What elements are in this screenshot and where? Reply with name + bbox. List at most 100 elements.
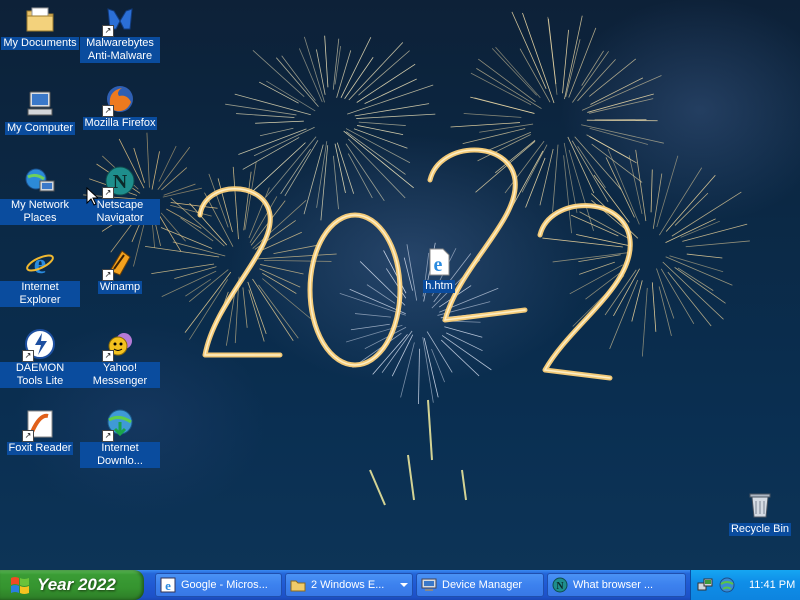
svg-text:N: N xyxy=(113,171,128,193)
firework-spark xyxy=(547,16,558,95)
firework-spark xyxy=(324,35,329,88)
firework-spark xyxy=(662,261,724,320)
firework-spark xyxy=(232,166,239,240)
firework-spark xyxy=(354,103,430,117)
device-manager-icon xyxy=(421,578,437,591)
firework-spark xyxy=(174,266,217,279)
desktop-icon-my-documents[interactable]: My Documents xyxy=(0,3,80,50)
firework-spark xyxy=(667,271,712,327)
firework-rocket xyxy=(461,469,467,501)
desktop-icon-daemon-tools[interactable]: ↗ DAEMON Tools Lite xyxy=(0,328,80,388)
shortcut-arrow-icon: ↗ xyxy=(102,269,114,281)
desktop-icon-malwarebytes[interactable]: ↗ Malwarebytes Anti-Malware xyxy=(80,3,160,63)
firework-spark xyxy=(333,155,339,210)
firework-spark xyxy=(650,169,653,213)
firework-spark xyxy=(353,128,408,149)
firework-spark xyxy=(519,48,551,103)
firework-spark xyxy=(674,192,709,226)
shortcut-arrow-icon: ↗ xyxy=(102,25,114,37)
firework-spark xyxy=(345,143,385,202)
firework-spark xyxy=(658,167,703,236)
firework-spark xyxy=(391,334,414,377)
firework-spark xyxy=(253,126,315,157)
desktop-icon-foxit-reader[interactable]: ↗ Foxit Reader xyxy=(0,408,80,455)
internet-download-manager-icon: ↗ xyxy=(102,408,136,442)
clock[interactable]: 11:41 PM xyxy=(749,579,795,591)
firework-spark xyxy=(151,263,215,275)
firework-spark xyxy=(539,148,554,206)
folder-icon xyxy=(290,580,306,592)
firework-spark xyxy=(552,144,559,213)
start-label: Year 2022 xyxy=(37,575,116,594)
desktop-icon-my-computer[interactable]: My Computer xyxy=(0,88,80,135)
firework-spark xyxy=(591,143,643,183)
taskbar-button-google[interactable]: e Google - Micros... xyxy=(155,573,282,597)
firework-spark xyxy=(641,287,648,357)
desktop-icon-internet-download-manager[interactable]: ↗ Internet Downlo... xyxy=(80,408,160,468)
desktop-icon-my-network-places[interactable]: My Network Places xyxy=(0,165,80,225)
firework-spark xyxy=(570,214,619,237)
network-tray-icon[interactable] xyxy=(697,577,713,593)
foxit-reader-icon: ↗ xyxy=(22,408,56,442)
firework-spark xyxy=(470,96,535,114)
desktop-icon-h-htm[interactable]: e h.htm xyxy=(399,246,479,293)
firework-spark xyxy=(635,149,647,222)
firework-spark xyxy=(571,140,609,203)
firework-spark xyxy=(450,122,520,128)
firework-spark xyxy=(348,42,404,101)
firework-spark xyxy=(680,220,720,238)
firework-spark xyxy=(358,121,406,126)
netscape-icon: N xyxy=(552,577,568,593)
firework-spark xyxy=(252,142,306,192)
firework-spark xyxy=(631,280,643,322)
firework-spark xyxy=(656,155,679,228)
firework-spark xyxy=(366,284,396,304)
taskbar-button-what-browser[interactable]: N What browser ... xyxy=(547,573,686,597)
firework-spark xyxy=(590,77,644,105)
desktop-icon-recycle-bin[interactable]: Recycle Bin xyxy=(720,489,800,536)
firework-spark xyxy=(357,125,404,136)
firework-spark xyxy=(651,282,657,332)
firework-spark xyxy=(252,49,305,97)
desktop-icon-internet-explorer[interactable]: e Internet Explorer xyxy=(0,247,80,307)
firework-spark xyxy=(418,348,420,404)
desktop[interactable]: My Documents My Computer My Network Plac… xyxy=(0,0,800,570)
desktop-icon-mozilla-firefox[interactable]: ↗ Mozilla Firefox xyxy=(80,83,160,130)
firework-spark xyxy=(161,167,188,191)
firework-spark xyxy=(581,124,664,144)
desktop-icon-winamp[interactable]: ↗ Winamp xyxy=(80,247,160,294)
firework-spark xyxy=(336,142,355,194)
firework-spark xyxy=(242,287,248,328)
firework-spark xyxy=(356,63,416,103)
firefox-icon: ↗ xyxy=(102,83,136,117)
firework-spark xyxy=(273,244,318,255)
firework-spark xyxy=(264,259,332,262)
firework-spark xyxy=(478,58,536,103)
shortcut-arrow-icon: ↗ xyxy=(22,350,34,362)
system-tray: 11:41 PM xyxy=(690,570,800,600)
firework-spark xyxy=(552,252,629,263)
firework-spark xyxy=(511,11,547,90)
start-button[interactable]: Year 2022 xyxy=(0,570,144,600)
taskbar: Year 2022 e Google - Micros... 2 Windows… xyxy=(0,570,800,600)
firework-spark xyxy=(665,256,733,286)
desktop-icon-yahoo-messenger[interactable]: ↗ Yahoo! Messenger xyxy=(80,328,160,388)
globe-tray-icon[interactable] xyxy=(719,577,735,593)
firework-spark xyxy=(613,268,640,317)
firework-spark xyxy=(259,127,294,137)
firework-spark xyxy=(593,174,630,223)
firework-spark xyxy=(569,264,624,295)
firework-spark xyxy=(354,313,391,318)
ie-window-icon: e xyxy=(160,577,176,593)
firework-spark xyxy=(491,48,538,96)
firework-spark xyxy=(262,278,311,319)
firework-spark xyxy=(266,80,316,112)
firework-spark xyxy=(652,173,663,229)
shortcut-arrow-icon: ↗ xyxy=(22,430,34,442)
taskbar-button-device-manager[interactable]: Device Manager xyxy=(416,573,544,597)
firework-spark xyxy=(605,157,635,218)
firework-spark xyxy=(589,58,637,97)
firework-spark xyxy=(260,264,304,275)
taskbar-button-windows-explorer-group[interactable]: 2 Windows E... xyxy=(285,573,413,597)
firework-spark xyxy=(463,113,522,118)
